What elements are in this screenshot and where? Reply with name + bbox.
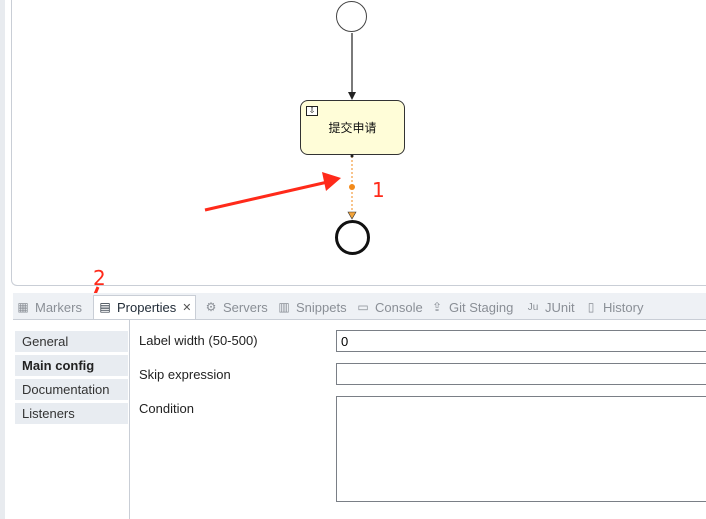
condition-label: Condition [139, 401, 194, 416]
user-task[interactable]: ⇩ 提交申请 [300, 100, 405, 155]
tab-console-label: Console [375, 299, 423, 315]
tab-git-staging-label: Git Staging [449, 299, 514, 315]
console-icon: ▭ [357, 299, 369, 314]
properties-section-list: General Main config Documentation Listen… [13, 320, 130, 519]
condition-textarea[interactable] [336, 396, 706, 502]
markers-icon: ▦ [17, 299, 29, 314]
start-event[interactable] [336, 1, 367, 32]
servers-icon: ⚙ [205, 299, 217, 314]
skip-expression-input[interactable] [336, 363, 706, 385]
label-width-input[interactable] [336, 330, 706, 352]
section-main-config[interactable]: Main config [15, 355, 128, 377]
annotation-number-1: 1 [372, 178, 385, 202]
properties-form: Label width (50-500) Skip expression Con… [130, 320, 706, 519]
tab-servers[interactable]: ⚙ Servers [204, 296, 268, 318]
tab-history-label: History [603, 299, 644, 315]
end-event[interactable] [335, 220, 370, 255]
editor-left-edge [0, 0, 5, 519]
section-documentation[interactable]: Documentation [15, 379, 128, 401]
section-general[interactable]: General [15, 331, 128, 353]
tab-snippets-label: Snippets [296, 299, 347, 315]
tab-history[interactable]: ▯ History [584, 296, 644, 318]
tab-markers[interactable]: ▦ Markers [16, 296, 82, 318]
tab-snippets[interactable]: ▥ Snippets [277, 296, 347, 318]
snippets-icon: ▥ [278, 299, 290, 314]
tab-console[interactable]: ▭ Console [356, 296, 423, 318]
annotation-number-2: 2 [93, 266, 106, 290]
properties-icon: ▤ [99, 300, 111, 314]
junit-icon: Ju [527, 301, 539, 313]
git-staging-icon: ⇪ [431, 299, 443, 314]
tab-junit[interactable]: Ju JUnit [526, 296, 575, 318]
tab-markers-label: Markers [35, 299, 82, 315]
views-tab-bar: ▦ Markers ▤ Properties ✕ ⚙ Servers ▥ Sni… [13, 293, 706, 320]
task-label: 提交申请 [328, 121, 377, 135]
close-icon[interactable]: ✕ [182, 301, 191, 314]
section-listeners[interactable]: Listeners [15, 403, 128, 425]
tab-servers-label: Servers [223, 299, 268, 315]
tab-properties-label: Properties [117, 300, 177, 315]
history-icon: ▯ [587, 299, 595, 314]
manual-task-icon: ⇩ [306, 106, 318, 116]
skip-expression-label: Skip expression [139, 367, 231, 382]
tab-junit-label: JUnit [545, 299, 575, 315]
tab-properties[interactable]: ▤ Properties ✕ [93, 295, 197, 319]
tab-git-staging[interactable]: ⇪ Git Staging [430, 296, 513, 318]
label-width-label: Label width (50-500) [139, 333, 258, 348]
